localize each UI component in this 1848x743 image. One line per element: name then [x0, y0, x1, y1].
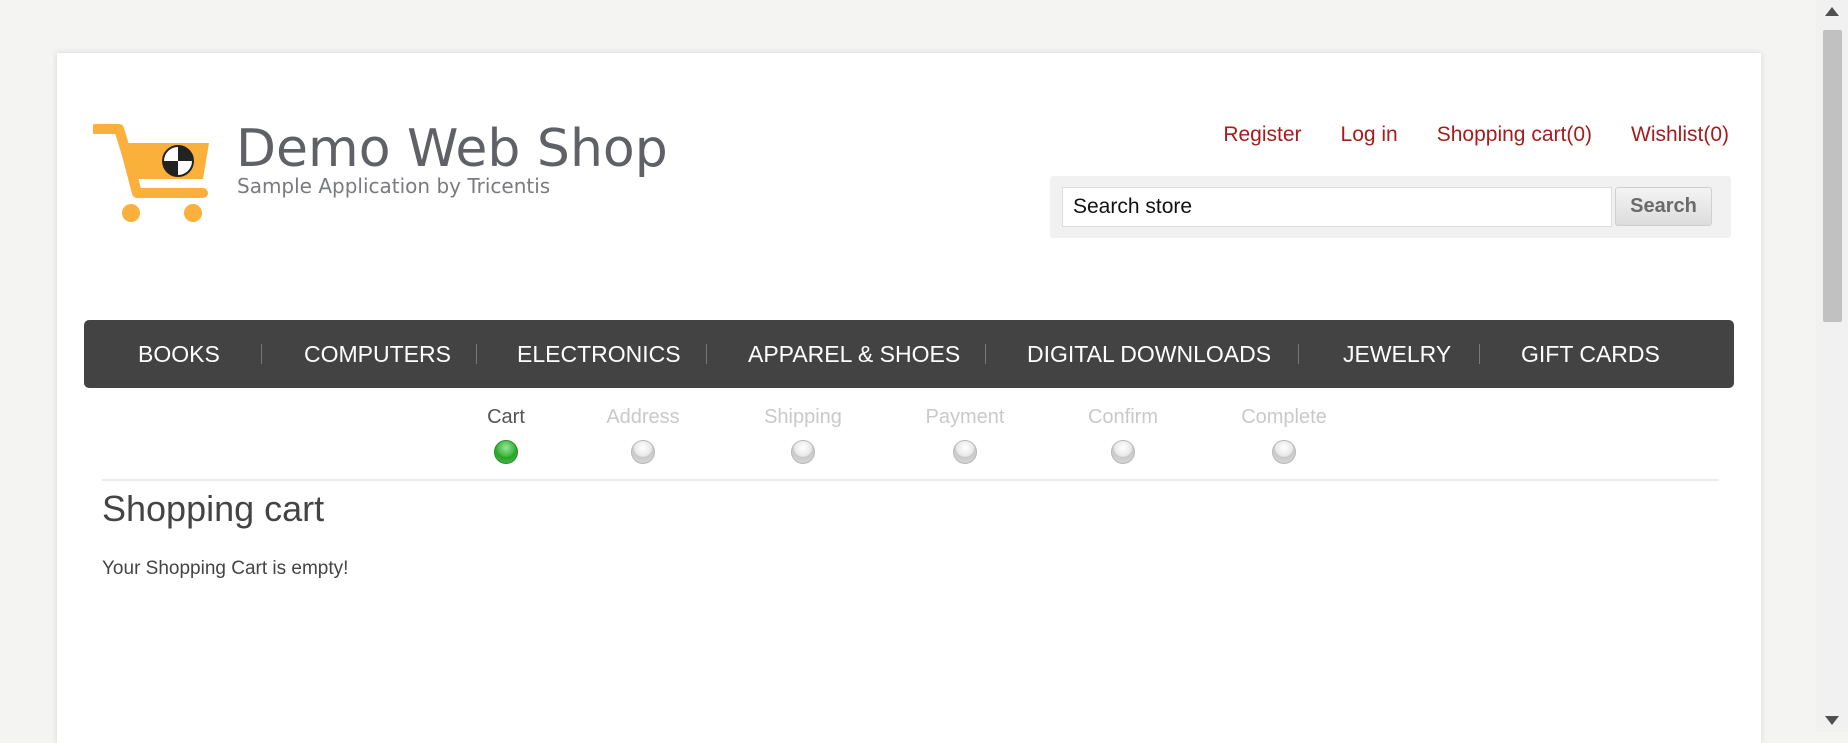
menu-separator [1479, 344, 1480, 364]
step-indicator-icon [1272, 440, 1296, 464]
menu-separator [261, 344, 262, 364]
step-label: Payment [925, 406, 1005, 428]
menu-item-gift-cards[interactable]: GIFT CARDS [1521, 320, 1660, 388]
step-label: Shipping [764, 406, 842, 428]
scroll-up-arrow-icon[interactable] [1816, 0, 1848, 24]
login-link[interactable]: Log in [1341, 123, 1398, 147]
menu-item-digital-downloads[interactable]: DIGITAL DOWNLOADS [1027, 320, 1271, 388]
menu-item-electronics[interactable]: ELECTRONICS [517, 320, 681, 388]
cart-empty-message: Your Shopping Cart is empty! [102, 558, 349, 579]
search-input[interactable]: Search store [1062, 187, 1612, 227]
step-indicator-icon [1111, 440, 1135, 464]
step-indicator-icon [631, 440, 655, 464]
vertical-scrollbar[interactable] [1816, 0, 1848, 732]
top-menu: BOOKS COMPUTERS ELECTRONICS APPAREL & SH… [84, 320, 1734, 388]
step-label: Address [606, 406, 680, 428]
wishlist-link[interactable]: Wishlist(0) [1631, 123, 1729, 147]
scroll-down-arrow-icon[interactable] [1816, 708, 1848, 732]
checkout-step-cart: Cart [446, 406, 566, 464]
shopping-cart-link[interactable]: Shopping cart(0) [1437, 123, 1592, 147]
step-label: Complete [1241, 406, 1327, 428]
step-indicator-icon [953, 440, 977, 464]
step-indicator-icon [791, 440, 815, 464]
store-logo[interactable]: Demo Web Shop [93, 117, 668, 227]
register-link[interactable]: Register [1223, 123, 1301, 147]
checkout-step-shipping: Shipping [743, 406, 863, 464]
step-active-indicator-icon [494, 440, 518, 464]
brand-subtitle: Sample Application by Tricentis [237, 174, 551, 198]
search-button[interactable]: Search [1615, 187, 1712, 226]
checkout-step-confirm: Confirm [1063, 406, 1183, 464]
step-label: Confirm [1087, 406, 1158, 428]
header-links: Register Log in Shopping cart(0) Wishlis… [1223, 123, 1729, 147]
checkout-step-complete: Complete [1224, 406, 1344, 464]
menu-item-jewelry[interactable]: JEWELRY [1343, 320, 1451, 388]
shopping-cart-icon [93, 124, 209, 222]
menu-item-computers[interactable]: COMPUTERS [304, 320, 451, 388]
page-title: Shopping cart [102, 488, 325, 529]
scrollbar-thumb[interactable] [1823, 30, 1842, 322]
menu-item-apparel-shoes[interactable]: APPAREL & SHOES [748, 320, 960, 388]
checkout-step-payment: Payment [905, 406, 1025, 464]
menu-separator [1298, 344, 1299, 364]
brand-title: Demo Web Shop [236, 119, 668, 179]
menu-separator [706, 344, 707, 364]
menu-separator [985, 344, 986, 364]
search-box: Search store Search [1050, 176, 1731, 238]
divider [102, 479, 1719, 481]
menu-separator [476, 344, 477, 364]
menu-item-books[interactable]: BOOKS [138, 320, 220, 388]
checkout-step-address: Address [583, 406, 703, 464]
page-container: Demo Web Shop Sample Application by Tric… [57, 53, 1761, 743]
step-label: Cart [487, 406, 525, 428]
